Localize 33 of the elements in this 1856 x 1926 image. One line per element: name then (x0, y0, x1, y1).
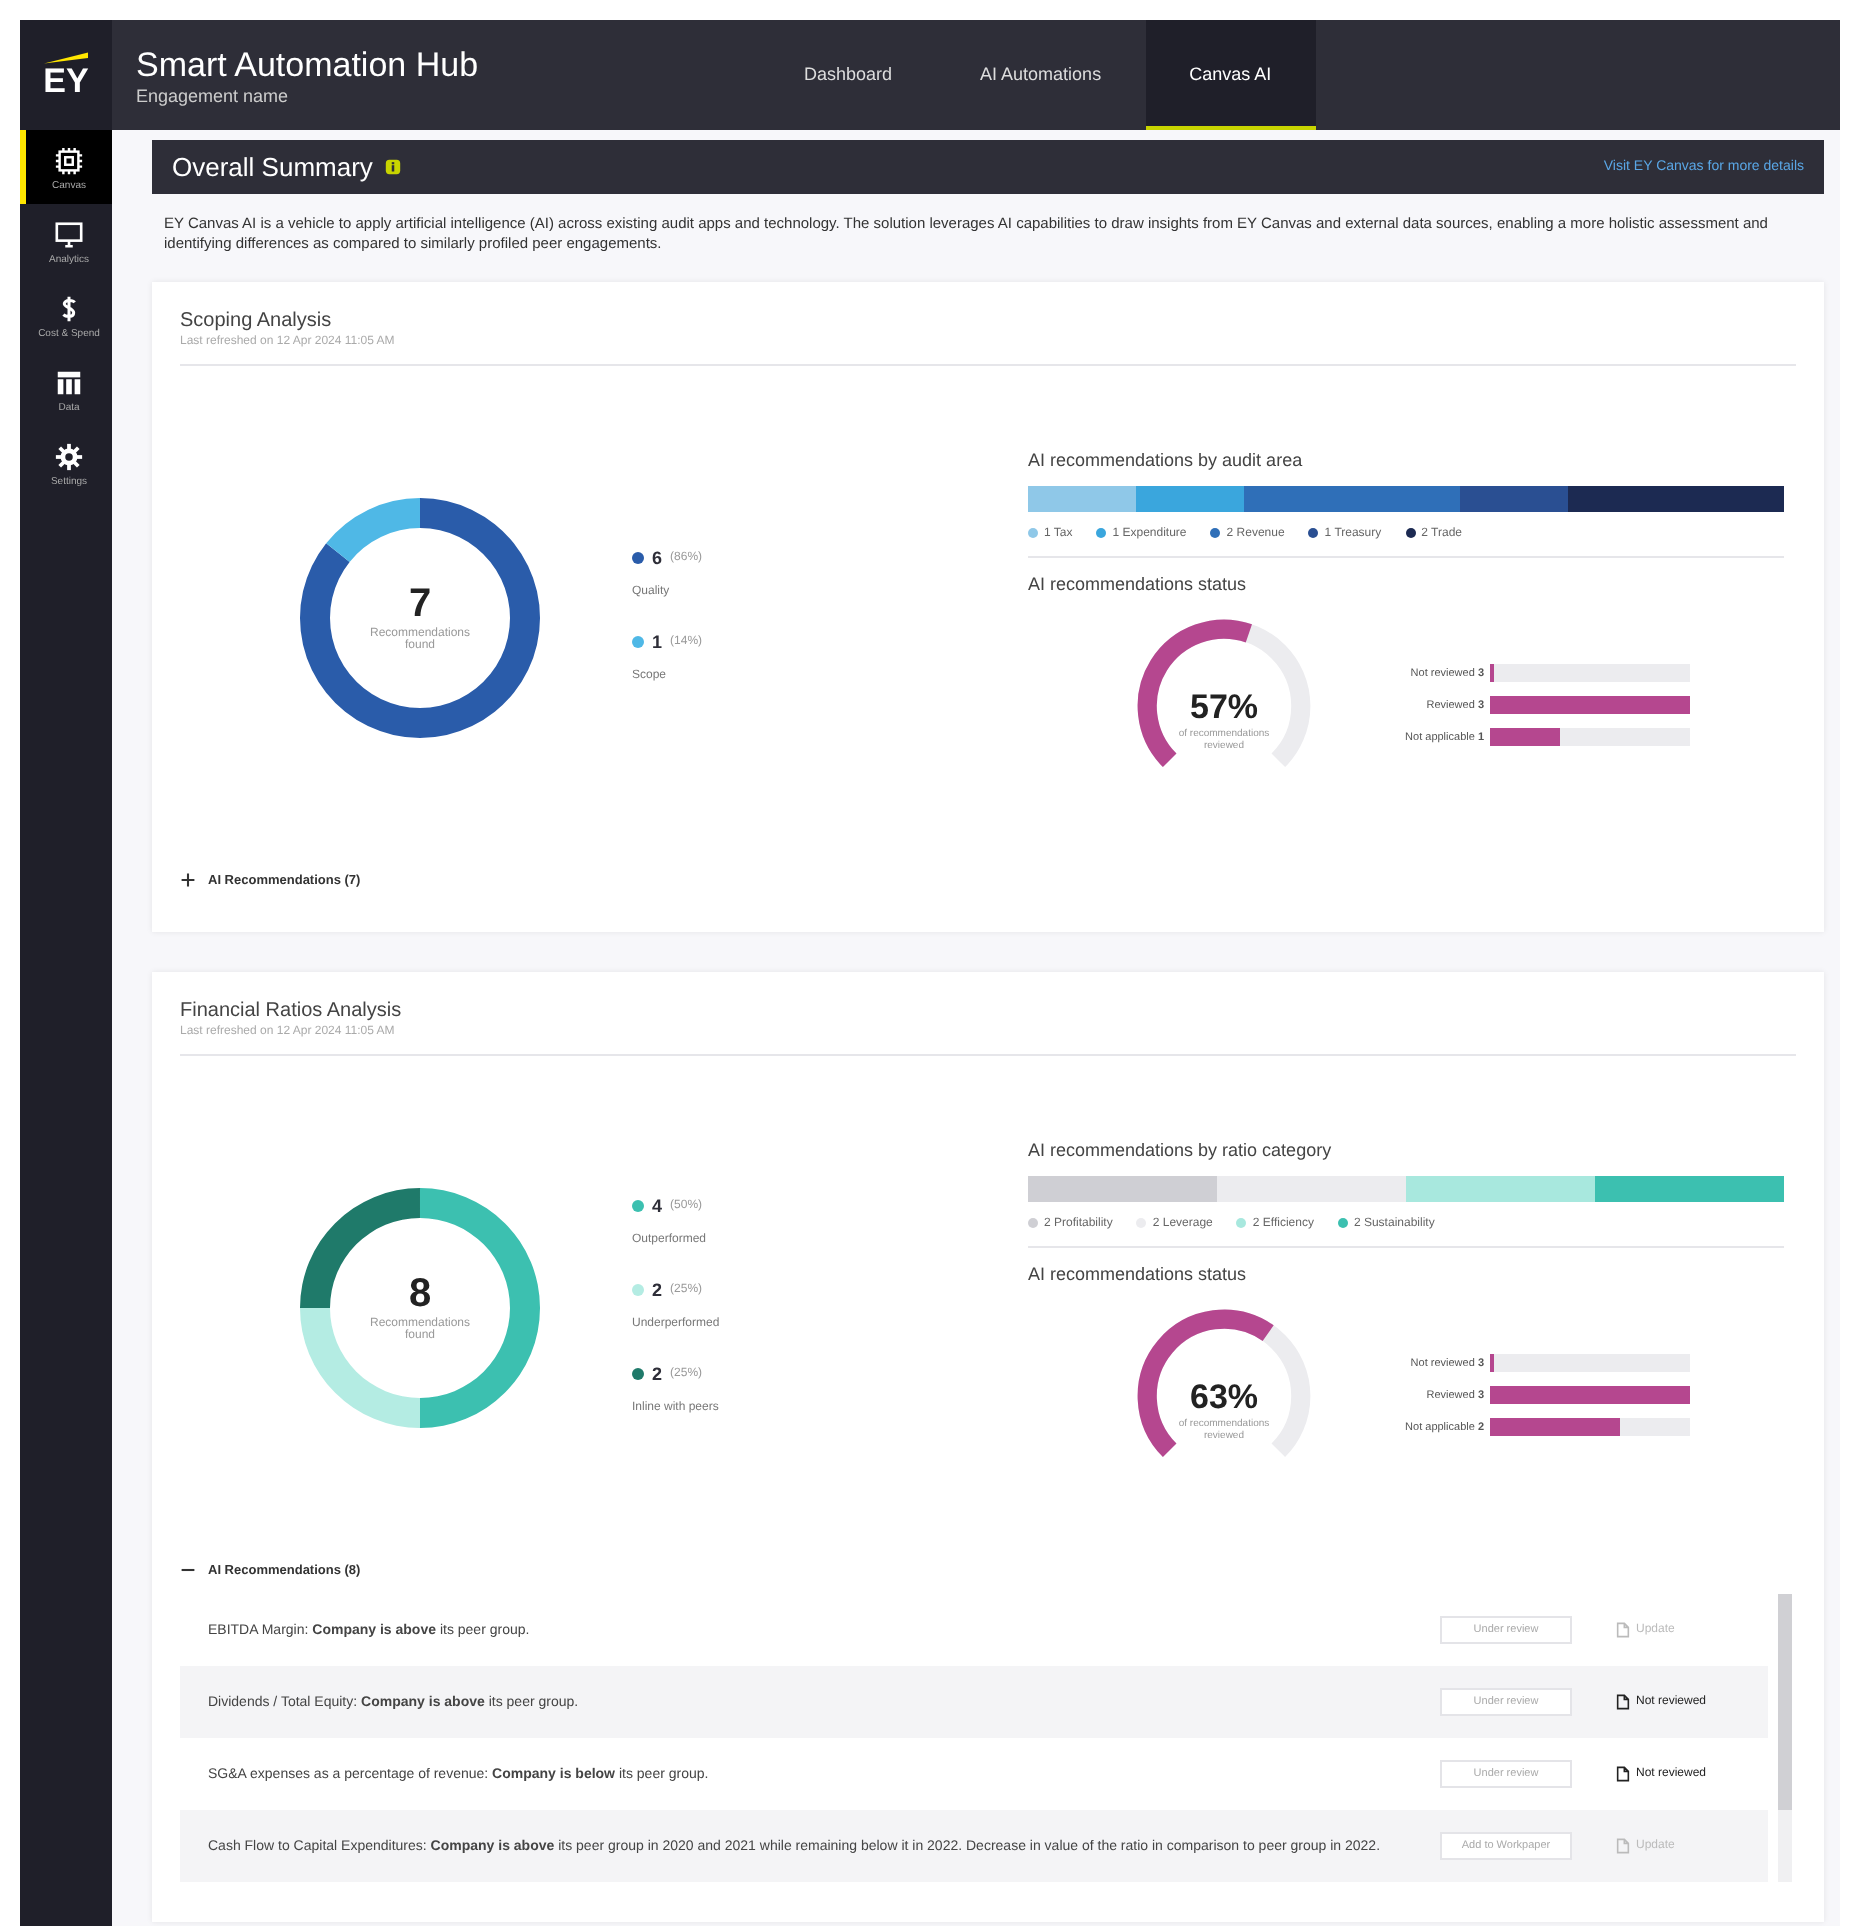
monitor-icon (54, 220, 84, 250)
legend-count: 2 (652, 1363, 663, 1384)
chart-title: AI recommendations status (1028, 573, 1249, 594)
chart-title: AI recommendations status (1028, 1263, 1249, 1284)
chart-title: AI recommendations by ratio category (1028, 1139, 1334, 1160)
plus-icon (180, 872, 196, 889)
summary-title: Overall Summary (172, 152, 373, 182)
total-count: 7 (408, 582, 432, 627)
card-title: Scoping Analysis (180, 310, 334, 333)
app-title: Smart Automation Hub (136, 45, 481, 85)
scrollbar[interactable] (1778, 1594, 1792, 1883)
legend-count: 2 (652, 1279, 663, 1300)
nav-tab[interactable]: Dashboard (760, 20, 937, 130)
gear-icon (54, 442, 84, 472)
legend-count: 4 (652, 1195, 663, 1216)
legend-count: 6 (652, 547, 663, 568)
document-icon (1616, 1622, 1630, 1639)
table-icon (54, 368, 84, 398)
logo: EY (20, 20, 112, 130)
percent-reviewed: 63% (1189, 1377, 1259, 1418)
card-title: Financial Ratios Analysis (180, 1000, 404, 1023)
engagement-name: Engagement name (136, 85, 291, 105)
legend-count: 1 (652, 631, 663, 652)
nav-tab[interactable]: AI Automations (936, 20, 1146, 130)
info-icon[interactable] (384, 158, 403, 176)
grid-icon (54, 146, 84, 176)
document-icon (1616, 1694, 1630, 1711)
chart-title: AI recommendations by audit area (1028, 449, 1305, 470)
total-count: 8 (408, 1272, 432, 1317)
document-icon (1616, 1766, 1630, 1783)
percent-reviewed: 57% (1189, 687, 1259, 728)
nav-tab[interactable]: Canvas AI (1145, 20, 1316, 130)
document-icon (1616, 1838, 1630, 1855)
